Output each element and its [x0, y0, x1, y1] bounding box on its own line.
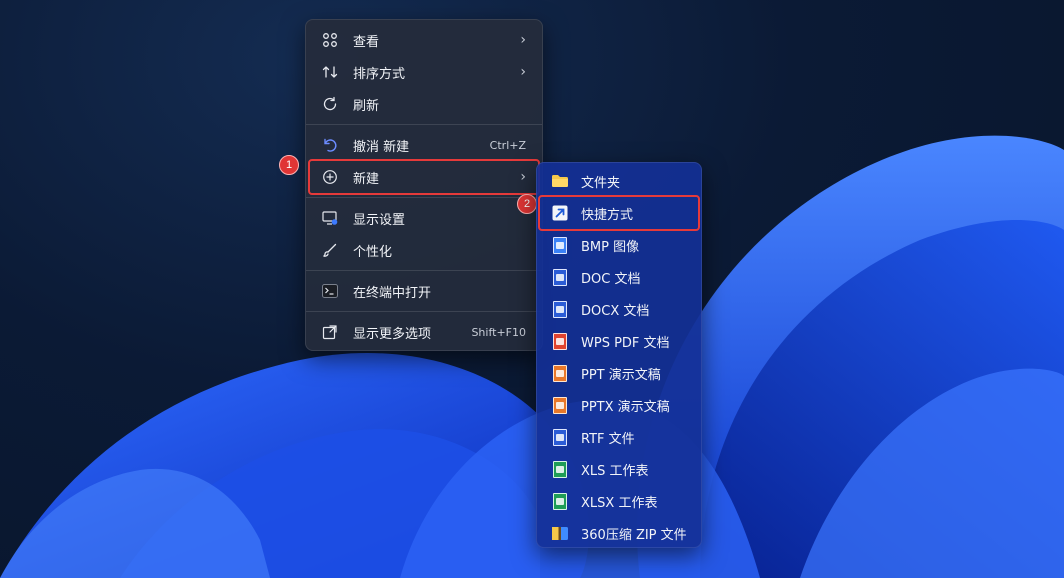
submenu-item-docx[interactable]: DOCX 文档 [540, 293, 698, 325]
sort-icon [320, 62, 340, 82]
refresh-icon [320, 94, 340, 114]
submenu-item-label: 360压缩 ZIP 文件 [581, 527, 687, 543]
menu-item-new[interactable]: 新建 › [308, 159, 540, 195]
submenu-item-label: XLSX 工作表 [581, 495, 658, 511]
menu-separator [306, 124, 542, 125]
menu-item-label: 显示更多选项 [353, 326, 432, 342]
xls-file-icon [551, 460, 569, 478]
chevron-right-icon: › [520, 169, 526, 185]
submenu-item-label: 文件夹 [581, 175, 621, 191]
submenu-item-pptx[interactable]: PPTX 演示文稿 [540, 389, 698, 421]
docx-file-icon [551, 300, 569, 318]
submenu-item-label: RTF 文件 [581, 431, 635, 447]
submenu-item-rtf[interactable]: RTF 文件 [540, 421, 698, 453]
doc-file-icon [551, 268, 569, 286]
menu-item-label: 刷新 [353, 98, 380, 114]
shortcut-icon [551, 204, 569, 222]
step-badge-1: 1 [279, 155, 299, 175]
submenu-item-bmp[interactable]: BMP 图像 [540, 229, 698, 261]
menu-item-label: 排序方式 [353, 66, 406, 82]
desktop-context-menu: 查看 › 排序方式 › 刷新 撤消 新建 Ctrl+Z 新建 › 显示设置 个性… [305, 19, 543, 351]
submenu-item-label: PPT 演示文稿 [581, 367, 661, 383]
xlsx-file-icon [551, 492, 569, 510]
submenu-item-doc[interactable]: DOC 文档 [540, 261, 698, 293]
more-options-icon [320, 322, 340, 342]
menu-item-label: 显示设置 [353, 212, 406, 228]
folder-icon [551, 172, 569, 190]
display-settings-icon [320, 208, 340, 228]
menu-item-sort[interactable]: 排序方式 › [310, 56, 538, 88]
bmp-file-icon [551, 236, 569, 254]
menu-separator [306, 197, 542, 198]
menu-separator [306, 270, 542, 271]
submenu-item-folder[interactable]: 文件夹 [540, 165, 698, 197]
submenu-item-wps-pdf[interactable]: WPS PDF 文档 [540, 325, 698, 357]
submenu-item-shortcut[interactable]: 快捷方式 [538, 195, 700, 231]
chevron-right-icon: › [520, 64, 526, 80]
new-plus-icon [320, 167, 340, 187]
pptx-file-icon [551, 396, 569, 414]
step-badge-2: 2 [517, 194, 537, 214]
submenu-item-label: BMP 图像 [581, 239, 640, 255]
menu-item-label: 查看 [353, 34, 380, 50]
new-submenu: 文件夹 快捷方式 BMP 图像 DOC 文档 DOCX 文档 WPS PDF 文… [536, 162, 702, 548]
submenu-item-label: XLS 工作表 [581, 463, 649, 479]
chevron-right-icon: › [520, 32, 526, 48]
terminal-icon [320, 281, 340, 301]
submenu-item-label: 快捷方式 [581, 207, 634, 223]
menu-item-view[interactable]: 查看 › [310, 24, 538, 56]
submenu-item-label: PPTX 演示文稿 [581, 399, 670, 415]
menu-item-open-terminal[interactable]: 在终端中打开 [310, 275, 538, 307]
menu-item-label: 在终端中打开 [353, 285, 432, 301]
zip-file-icon [551, 524, 569, 542]
menu-item-refresh[interactable]: 刷新 [310, 88, 538, 120]
menu-item-display-settings[interactable]: 显示设置 [310, 202, 538, 234]
brush-icon [320, 240, 340, 260]
submenu-item-label: WPS PDF 文档 [581, 335, 670, 351]
submenu-item-xlsx[interactable]: XLSX 工作表 [540, 485, 698, 517]
rtf-file-icon [551, 428, 569, 446]
menu-item-show-more-options[interactable]: 显示更多选项 Shift+F10 [310, 316, 538, 348]
menu-separator [306, 311, 542, 312]
undo-icon [320, 135, 340, 155]
submenu-item-xls[interactable]: XLS 工作表 [540, 453, 698, 485]
submenu-item-ppt[interactable]: PPT 演示文稿 [540, 357, 698, 389]
pdf-file-icon [551, 332, 569, 350]
submenu-item-zip[interactable]: 360压缩 ZIP 文件 [540, 517, 698, 549]
submenu-item-label: DOC 文档 [581, 271, 641, 287]
menu-item-undo-new[interactable]: 撤消 新建 Ctrl+Z [310, 129, 538, 161]
menu-item-label: 撤消 新建 [353, 139, 410, 155]
submenu-item-label: DOCX 文档 [581, 303, 650, 319]
grid-icon [320, 30, 340, 50]
ppt-file-icon [551, 364, 569, 382]
shortcut-text: Shift+F10 [471, 325, 526, 339]
menu-item-personalize[interactable]: 个性化 [310, 234, 538, 266]
menu-item-label: 新建 [353, 171, 380, 187]
menu-item-label: 个性化 [353, 244, 393, 260]
shortcut-text: Ctrl+Z [489, 138, 526, 152]
